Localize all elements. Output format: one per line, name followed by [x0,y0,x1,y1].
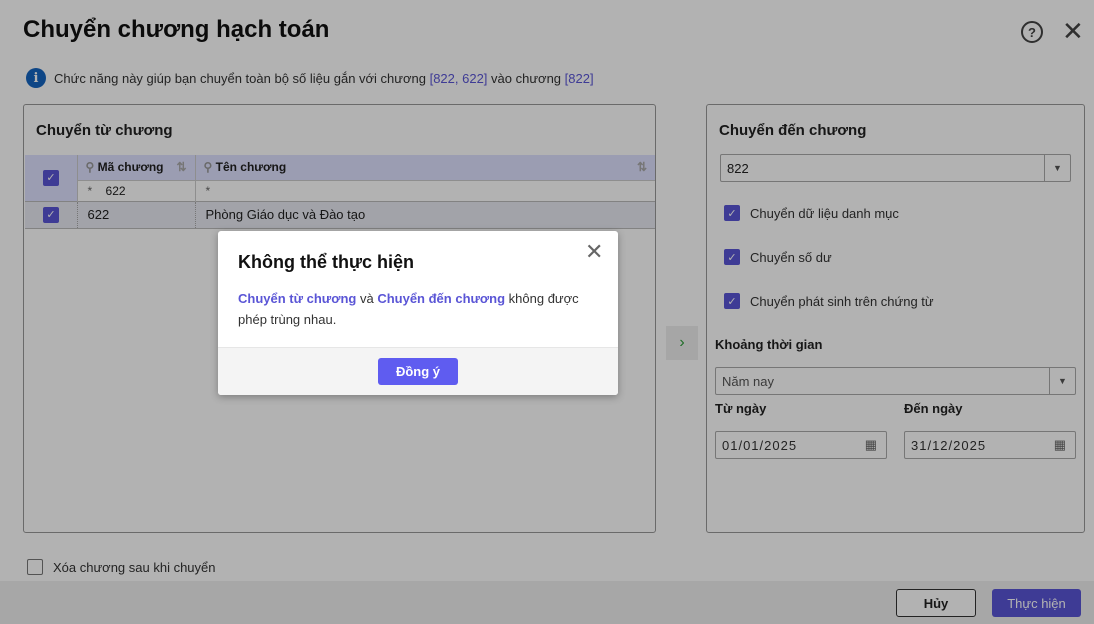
alert-dialog: Không thể thực hiện ✕ Chuyển từ chương v… [218,231,618,395]
ok-button[interactable]: Đồng ý [378,358,458,385]
alert-and: và [356,291,378,306]
alert-message: Chuyển từ chương và Chuyển đến chương kh… [238,288,598,330]
close-icon[interactable]: ✕ [585,239,603,265]
alert-to: Chuyển đến chương [377,291,506,306]
alert-from: Chuyển từ chương [238,291,357,306]
alert-title: Không thể thực hiện [238,252,415,272]
